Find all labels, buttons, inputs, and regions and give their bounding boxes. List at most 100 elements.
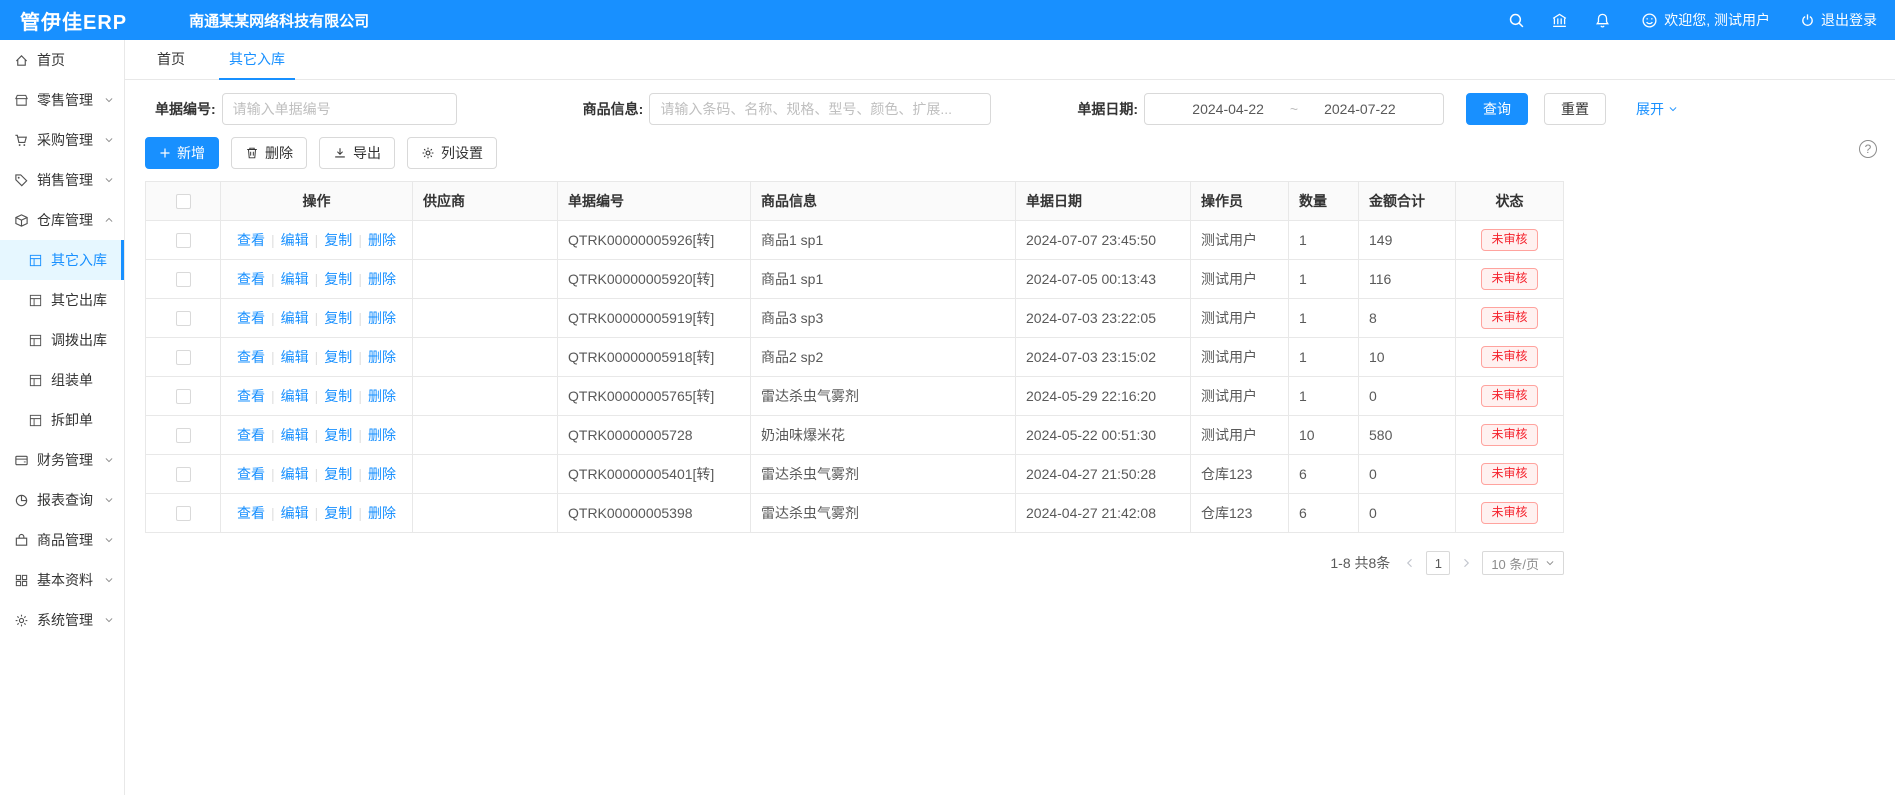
table-row: 查看|编辑|复制|删除 QTRK00000005401[转] 雷达杀虫气雾剂 2… xyxy=(146,454,1563,493)
date-range-picker[interactable]: 2024-04-22 ~ 2024-07-22 xyxy=(1144,93,1444,125)
row-checkbox[interactable] xyxy=(176,506,191,521)
copy-link[interactable]: 复制 xyxy=(324,503,352,523)
edit-link[interactable]: 编辑 xyxy=(281,503,309,523)
row-delete-link[interactable]: 删除 xyxy=(368,308,396,328)
edit-link[interactable]: 编辑 xyxy=(281,308,309,328)
select-all-checkbox[interactable] xyxy=(176,194,191,209)
view-link[interactable]: 查看 xyxy=(237,347,265,367)
row-delete-link[interactable]: 删除 xyxy=(368,230,396,250)
document-icon xyxy=(28,293,43,308)
copy-link[interactable]: 复制 xyxy=(324,425,352,445)
separator: | xyxy=(271,388,275,404)
next-page-button[interactable] xyxy=(1460,557,1472,569)
separator: | xyxy=(271,310,275,326)
reset-button[interactable]: 重置 xyxy=(1544,93,1606,125)
row-checkbox[interactable] xyxy=(176,272,191,287)
row-delete-link[interactable]: 删除 xyxy=(368,464,396,484)
tab-home[interactable]: 首页 xyxy=(147,40,195,80)
sidebar-item-label: 调拨出库 xyxy=(51,330,107,350)
row-delete-link[interactable]: 删除 xyxy=(368,269,396,289)
search-icon[interactable] xyxy=(1508,12,1525,29)
sidebar-item-basic-data[interactable]: 基本资料 xyxy=(0,560,124,600)
view-link[interactable]: 查看 xyxy=(237,308,265,328)
row-checkbox[interactable] xyxy=(176,350,191,365)
view-link[interactable]: 查看 xyxy=(237,269,265,289)
sidebar-item-home[interactable]: 首页 xyxy=(0,40,124,80)
export-icon xyxy=(333,146,347,160)
view-link[interactable]: 查看 xyxy=(237,464,265,484)
table-row: 查看|编辑|复制|删除 QTRK00000005765[转] 雷达杀虫气雾剂 2… xyxy=(146,376,1563,415)
prev-page-button[interactable] xyxy=(1404,557,1416,569)
sidebar-item-disassembly[interactable]: 拆卸单 xyxy=(0,400,124,440)
tab-other-inbound[interactable]: 其它入库 xyxy=(219,40,295,80)
sidebar-item-finance[interactable]: 财务管理 xyxy=(0,440,124,480)
sidebar-item-warehouse[interactable]: 仓库管理 xyxy=(0,200,124,240)
product-input[interactable] xyxy=(649,93,991,125)
data-table: 操作 供应商 单据编号 商品信息 单据日期 操作员 数量 金额合计 状态 查看|… xyxy=(145,181,1564,533)
sidebar-item-reports[interactable]: 报表查询 xyxy=(0,480,124,520)
help-button[interactable]: ? xyxy=(1859,140,1877,158)
bank-icon[interactable] xyxy=(1551,12,1568,29)
status-badge: 未审核 xyxy=(1481,346,1537,368)
row-checkbox[interactable] xyxy=(176,233,191,248)
search-button[interactable]: 查询 xyxy=(1466,93,1528,125)
copy-link[interactable]: 复制 xyxy=(324,347,352,367)
row-checkbox[interactable] xyxy=(176,467,191,482)
sidebar-item-retail[interactable]: 零售管理 xyxy=(0,80,124,120)
copy-link[interactable]: 复制 xyxy=(324,464,352,484)
row-delete-link[interactable]: 删除 xyxy=(368,386,396,406)
view-link[interactable]: 查看 xyxy=(237,230,265,250)
row-delete-link[interactable]: 删除 xyxy=(368,503,396,523)
bell-icon[interactable] xyxy=(1594,12,1611,29)
row-checkbox[interactable] xyxy=(176,428,191,443)
edit-link[interactable]: 编辑 xyxy=(281,230,309,250)
add-button[interactable]: 新增 xyxy=(145,137,219,169)
delete-button[interactable]: 删除 xyxy=(231,137,307,169)
column-settings-button[interactable]: 列设置 xyxy=(407,137,497,169)
edit-link[interactable]: 编辑 xyxy=(281,425,309,445)
user-welcome[interactable]: 欢迎您, 测试用户 xyxy=(1641,10,1770,30)
edit-link[interactable]: 编辑 xyxy=(281,386,309,406)
row-checkbox[interactable] xyxy=(176,389,191,404)
view-link[interactable]: 查看 xyxy=(237,386,265,406)
sidebar-item-purchase[interactable]: 采购管理 xyxy=(0,120,124,160)
view-link[interactable]: 查看 xyxy=(237,503,265,523)
row-delete-link[interactable]: 删除 xyxy=(368,425,396,445)
doc-no-cell: QTRK00000005919[转] xyxy=(558,299,751,337)
separator: | xyxy=(315,232,319,248)
sidebar-item-label: 报表查询 xyxy=(37,490,93,510)
copy-link[interactable]: 复制 xyxy=(324,308,352,328)
header-date: 单据日期 xyxy=(1016,182,1191,220)
sidebar-item-transfer-outbound[interactable]: 调拨出库 xyxy=(0,320,124,360)
sidebar-item-label: 基本资料 xyxy=(37,570,93,590)
chevron-down-icon xyxy=(104,495,114,505)
edit-link[interactable]: 编辑 xyxy=(281,347,309,367)
supplier-cell xyxy=(413,455,558,493)
sidebar-item-system[interactable]: 系统管理 xyxy=(0,600,124,640)
export-button[interactable]: 导出 xyxy=(319,137,395,169)
edit-link[interactable]: 编辑 xyxy=(281,269,309,289)
sidebar-item-goods[interactable]: 商品管理 xyxy=(0,520,124,560)
row-checkbox[interactable] xyxy=(176,311,191,326)
date-cell: 2024-07-05 00:13:43 xyxy=(1016,260,1191,298)
chevron-right-icon xyxy=(1460,557,1472,569)
cart-icon xyxy=(14,133,29,148)
sidebar-item-assembly[interactable]: 组装单 xyxy=(0,360,124,400)
doc-no-input[interactable] xyxy=(222,93,457,125)
qty-cell: 6 xyxy=(1289,455,1359,493)
sidebar-item-other-outbound[interactable]: 其它出库 xyxy=(0,280,124,320)
page-number-button[interactable]: 1 xyxy=(1426,551,1450,575)
page-size-select[interactable]: 10 条/页 xyxy=(1482,551,1564,575)
doc-no-cell: QTRK00000005398 xyxy=(558,494,751,532)
separator: | xyxy=(271,505,275,521)
sidebar-item-other-inbound[interactable]: 其它入库 xyxy=(0,240,124,280)
row-delete-link[interactable]: 删除 xyxy=(368,347,396,367)
copy-link[interactable]: 复制 xyxy=(324,386,352,406)
copy-link[interactable]: 复制 xyxy=(324,269,352,289)
expand-filters-link[interactable]: 展开 xyxy=(1636,99,1678,119)
logout-button[interactable]: 退出登录 xyxy=(1800,10,1877,30)
sidebar-item-sales[interactable]: 销售管理 xyxy=(0,160,124,200)
edit-link[interactable]: 编辑 xyxy=(281,464,309,484)
copy-link[interactable]: 复制 xyxy=(324,230,352,250)
view-link[interactable]: 查看 xyxy=(237,425,265,445)
